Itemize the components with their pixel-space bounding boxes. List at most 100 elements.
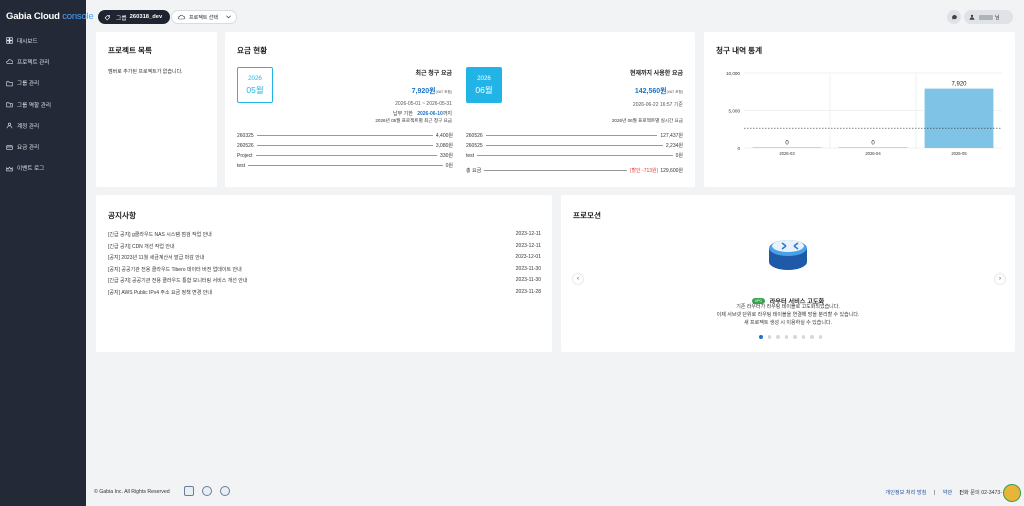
- recent-caption: 2026년 05월 프로젝트별 최근 청구 요금: [375, 118, 452, 123]
- notice-item[interactable]: [긴급 공지] 공공기관 전용 클라우드 통합 모니터링 서비스 개선 안내 20…: [108, 277, 541, 284]
- leader-line: [477, 155, 673, 156]
- brand-logo[interactable]: Gabia Cloud console: [6, 11, 94, 22]
- sidebar-item-projects[interactable]: 프로젝트 관리: [0, 51, 86, 72]
- sidebar-item-label: 이벤트 로그: [17, 166, 45, 173]
- current-summary: 현재까지 사용한 요금 142,560원(VAT 포함) 2026-06-22 …: [630, 68, 683, 108]
- user-name-redacted: [979, 14, 993, 20]
- carousel-dots: [759, 335, 822, 339]
- recent-month-box: 2026 05월: [237, 67, 273, 103]
- notice-date: 2023-11-30: [515, 265, 541, 272]
- card-title: 프로모션: [573, 211, 601, 220]
- current-timestamp: 2026-06-22 16:57 기준: [632, 102, 683, 108]
- user-menu[interactable]: 님: [964, 10, 1013, 24]
- phone-contact: 전화 문의 02-3473-: [959, 490, 1002, 496]
- carousel-dot[interactable]: [776, 335, 780, 339]
- recent-period: 2026-05-01 ~ 2026-05-31: [395, 101, 452, 107]
- leader-line: [248, 165, 443, 166]
- chat-bubble-icon: [951, 14, 957, 20]
- list-item: test 0원: [466, 152, 683, 160]
- sidebar-item-event-log[interactable]: 이벤트 로그: [0, 158, 86, 179]
- card-title: 공지사항: [108, 211, 136, 220]
- terms-link[interactable]: 약관: [943, 490, 953, 496]
- cloud-icon: [6, 59, 13, 65]
- chat-button[interactable]: [947, 10, 961, 24]
- billing-card: 요금 현황 2026 05월 최근 청구 요금 7,920원(VAT 포함) 2…: [225, 32, 695, 187]
- chatbot-avatar-icon[interactable]: [1003, 484, 1021, 502]
- leader-line: [256, 145, 433, 146]
- sidebar-item-label: 그룹 관리: [17, 81, 40, 88]
- notice-text: [긴급 공지] 공공기관 전용 클라우드 통합 모니터링 서비스 개선 안내: [108, 278, 248, 284]
- x-tick-label: 2026-04: [865, 151, 881, 156]
- certification-badge-icon: [184, 486, 194, 496]
- chevron-left-icon: ‹: [577, 276, 579, 282]
- sidebar-item-label: 프로젝트 관리: [17, 59, 50, 66]
- billing-history-chart: 10,000 5,000 0 0 2026-03 0 2026-04 7,920 2026-05: [726, 71, 1002, 156]
- award-seal-icon: [220, 486, 230, 496]
- notice-item[interactable]: [공지] AWS Public IPv4 주소 요금 정책 변경 안내 2023-…: [108, 289, 541, 296]
- leader-line: [485, 145, 663, 146]
- total-label: 총 요금: [466, 168, 482, 174]
- promo-line: 기존 라우터가 라우팅 테이블로 고도화되었습니다.: [736, 304, 840, 310]
- current-caption: 2026년 06월 프로젝트별 실시간 요금: [611, 118, 683, 123]
- promo-line: 새 프로젝트 생성 시 이용하실 수 있습니다.: [744, 320, 832, 326]
- notice-text: [공지] AWS Public IPv4 주소 요금 정책 변경 안내: [108, 289, 212, 296]
- recent-heading: 최근 청구 요금: [415, 71, 452, 77]
- data-label: 7,920: [951, 82, 967, 88]
- notice-item[interactable]: [긴급 공지] CDN 개선 작업 안내 2023-12-11: [108, 243, 541, 250]
- row-amount: 127,437원: [660, 133, 683, 139]
- notice-item[interactable]: [공지] 공공기관 전용 클라우드 Tibero 데이터 버전 업데이트 안내 2…: [108, 266, 541, 273]
- sidebar-item-accounts[interactable]: 계정 관리: [0, 115, 86, 136]
- list-item: 260525 2,234원: [466, 142, 683, 150]
- carousel-next-button[interactable]: ›: [995, 274, 1005, 284]
- event-log-icon: [6, 166, 13, 172]
- sidebar: Gabia Cloud console 대시보드 프로젝트 관리 그룹 관리 그…: [0, 0, 94, 506]
- row-name: 260325: [237, 132, 254, 139]
- row-name: Project: [237, 152, 253, 159]
- carousel-dot[interactable]: [801, 335, 805, 339]
- current-amount: 142,560원: [634, 88, 667, 95]
- list-item: 260526 127,437원: [466, 132, 683, 140]
- link-separator: |: [933, 490, 936, 496]
- carousel-dot[interactable]: [767, 335, 771, 339]
- sidebar-item-group-roles[interactable]: 그룹 역할 관리: [0, 94, 86, 115]
- copyright: © Gabia Inc. All Rights Reserved: [94, 489, 170, 495]
- sidebar-item-groups[interactable]: 그룹 관리: [0, 73, 86, 94]
- group-selector[interactable]: 그룹 260318_dev: [98, 10, 171, 24]
- dashboard-icon: [6, 37, 13, 44]
- billing-icon: [6, 145, 13, 150]
- user-icon: [969, 14, 975, 20]
- carousel-prev-button[interactable]: ‹: [573, 274, 583, 284]
- sidebar-item-billing[interactable]: 요금 관리: [0, 136, 86, 157]
- carousel-dot[interactable]: [810, 335, 814, 339]
- notice-text: [긴급 공지] CDN 개선 작업 안내: [108, 243, 175, 250]
- row-name: 260526: [237, 142, 254, 149]
- bar: [752, 147, 822, 148]
- recent-amount: 7,920원: [411, 88, 436, 95]
- leader-line: [485, 135, 658, 136]
- notice-text: [긴급 공지] g클라우드 NAS 시스템 점검 작업 안내: [108, 232, 212, 238]
- router-icon: [769, 240, 807, 270]
- total-amount: 129,600원: [660, 168, 683, 174]
- carousel-dot[interactable]: [818, 335, 822, 339]
- row-name: 260526: [466, 132, 483, 139]
- due-suffix: 까지: [442, 111, 452, 117]
- notice-text: [공지] 2023년 11월 세금계산서 발급 마감 안내: [108, 255, 205, 261]
- privacy-link[interactable]: 개인정보 처리 방침: [885, 490, 926, 496]
- discount-amount: (할인 -713원): [629, 168, 659, 174]
- notice-item[interactable]: [긴급 공지] g클라우드 NAS 시스템 점검 작업 안내 2023-12-11: [108, 231, 541, 238]
- current-heading: 현재까지 사용한 요금: [629, 71, 683, 77]
- carousel-dot[interactable]: [759, 335, 763, 339]
- carousel-dot[interactable]: [793, 335, 797, 339]
- total-row: 총 요금 (할인 -713원) 129,600원: [466, 167, 683, 174]
- project-select[interactable]: 프로젝트 선택: [171, 10, 237, 24]
- list-item: 260325 4,400원: [237, 132, 453, 140]
- carousel-dot[interactable]: [784, 335, 788, 339]
- notice-date: 2023-11-30: [515, 277, 541, 283]
- current-year: 2026: [477, 75, 491, 82]
- row-amount: 0원: [675, 153, 683, 159]
- notice-card: 공지사항 [긴급 공지] g클라우드 NAS 시스템 점검 작업 안내 2023-…: [96, 195, 552, 352]
- current-month: 06월: [475, 85, 493, 95]
- due-label: 납부 기한: [393, 111, 413, 117]
- notice-item[interactable]: [공지] 2023년 11월 세금계산서 발급 마감 안내 2023-12-01: [108, 254, 541, 261]
- sidebar-item-dashboard[interactable]: 대시보드: [0, 30, 86, 51]
